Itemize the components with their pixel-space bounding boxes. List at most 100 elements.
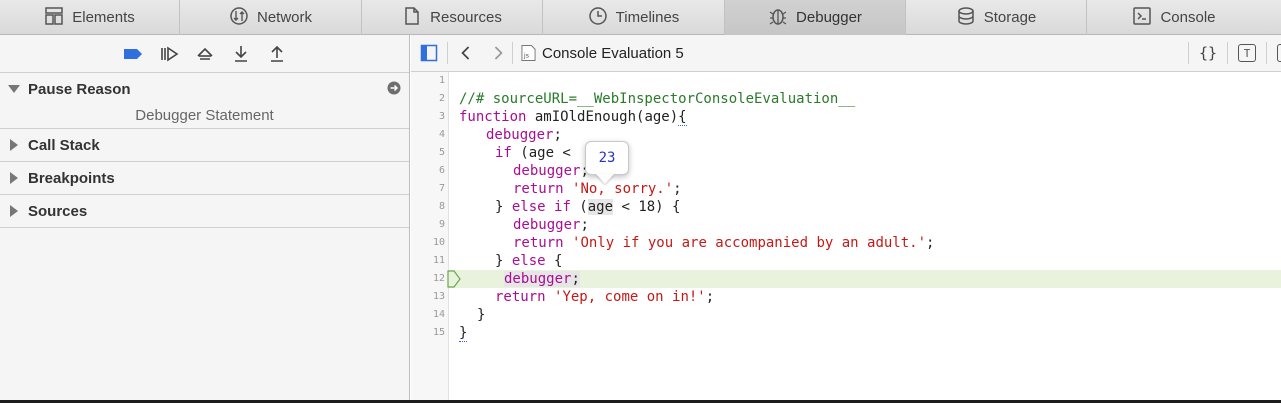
tab-bar: Elements Network Resources Timelines Deb… xyxy=(0,0,1281,35)
disclosure-expanded-icon[interactable] xyxy=(8,85,20,93)
keyword: else xyxy=(511,253,546,269)
code-line-7: return 'No, sorry.'; xyxy=(449,180,1281,198)
paren: ( xyxy=(570,199,588,215)
chevron-right-icon xyxy=(494,46,503,60)
resume-arrow-icon[interactable] xyxy=(387,81,401,95)
line-number: 1 xyxy=(438,75,445,86)
curly-braces-icon: {} xyxy=(1198,44,1217,62)
code-line-4: debugger; xyxy=(449,126,1281,144)
line-number: 11 xyxy=(432,255,445,266)
popover-tail xyxy=(596,174,614,184)
sidebar-toggle-button[interactable] xyxy=(411,40,447,66)
string-literal: 'No, sorry.' xyxy=(572,181,674,197)
code-line-8: } else if (age < 18) { xyxy=(449,198,1281,216)
line-number: 6 xyxy=(438,165,445,176)
debugger-icon xyxy=(768,6,788,30)
code-line-3: function amIOldEnough(age){ xyxy=(449,108,1281,126)
sources-label: Sources xyxy=(28,202,88,220)
back-button[interactable] xyxy=(448,40,484,66)
line-number: 15 xyxy=(432,327,445,338)
brace: } xyxy=(459,325,468,342)
code-line-6: debugger; xyxy=(449,162,1281,180)
elements-icon xyxy=(44,6,64,30)
punctuation: ; xyxy=(673,181,682,197)
keyword: debugger xyxy=(504,271,572,287)
tab-label: Debugger xyxy=(796,9,862,26)
code-line-13: return 'Yep, come on in!'; xyxy=(449,288,1281,306)
continue-icon[interactable] xyxy=(159,44,179,64)
tab-timelines[interactable]: Timelines xyxy=(543,0,725,35)
punctuation: ; xyxy=(926,235,935,251)
step-into-icon[interactable] xyxy=(231,44,251,64)
step-over-icon[interactable] xyxy=(195,44,215,64)
disclosure-collapsed-icon[interactable] xyxy=(10,205,18,217)
brace: } xyxy=(477,307,486,323)
console-icon xyxy=(1132,6,1152,30)
line-number: 8 xyxy=(438,201,445,212)
punctuation: ; xyxy=(580,217,589,233)
call-stack-header[interactable]: Call Stack xyxy=(0,129,409,162)
tab-label: Network xyxy=(256,9,312,26)
keyword: return xyxy=(513,235,564,251)
forward-button[interactable] xyxy=(484,40,512,66)
type-profiler-button[interactable]: T xyxy=(1238,44,1256,62)
line-number: 4 xyxy=(438,129,445,140)
step-out-icon[interactable] xyxy=(267,44,287,64)
tab-console[interactable]: Console xyxy=(1087,0,1261,35)
line-number: 9 xyxy=(438,219,445,230)
code-editor[interactable]: //# sourceURL=__WebInspectorConsoleEvalu… xyxy=(449,72,1281,400)
tab-resources[interactable]: Resources xyxy=(362,0,543,35)
tab-storage[interactable]: Storage xyxy=(906,0,1087,35)
tab-elements[interactable]: Elements xyxy=(0,0,180,35)
pause-reason-header[interactable]: Pause Reason xyxy=(0,73,409,105)
line-number: 7 xyxy=(438,183,445,194)
value-popover: 23 xyxy=(585,141,629,175)
keyword: return xyxy=(495,289,546,305)
breakpoints-label: Breakpoints xyxy=(28,169,115,187)
code-line-12-current: debugger; xyxy=(449,270,1281,288)
disclosure-collapsed-icon[interactable] xyxy=(10,172,18,184)
hovered-variable[interactable]: age xyxy=(587,199,614,215)
line-number: 13 xyxy=(432,291,445,302)
keyword: debugger xyxy=(486,127,554,143)
pretty-print-button[interactable]: {} xyxy=(1199,40,1217,66)
debugger-toolbar xyxy=(0,35,409,73)
line-number: 14 xyxy=(432,309,445,320)
line-number-gutter[interactable]: 1 2 3 4 5 6 7 8 9 10 11 12 13 14 15 xyxy=(411,72,449,400)
punctuation: ; xyxy=(571,271,580,287)
pause-reason-detail: Debugger Statement xyxy=(0,105,409,129)
disclosure-collapsed-icon[interactable] xyxy=(10,139,18,151)
line-number: 12 xyxy=(432,273,445,284)
svg-text:js: js xyxy=(523,52,530,60)
line-number: 2 xyxy=(438,93,445,104)
tab-debugger[interactable]: Debugger xyxy=(725,0,906,35)
line-number: 10 xyxy=(432,237,445,248)
file-title[interactable]: Console Evaluation 5 xyxy=(542,45,684,62)
tab-label: Elements xyxy=(72,9,135,26)
code-coverage-button[interactable] xyxy=(1277,44,1281,62)
line-number: 5 xyxy=(438,147,445,158)
tab-network[interactable]: Network xyxy=(180,0,362,35)
expression: < 18) { xyxy=(613,199,681,215)
breakpoints-header[interactable]: Breakpoints xyxy=(0,162,409,195)
tab-label: Storage xyxy=(983,9,1037,26)
breakpoints-toggle-icon[interactable] xyxy=(123,44,143,64)
storage-icon xyxy=(956,6,976,30)
keyword: if xyxy=(495,145,512,161)
chevron-left-icon xyxy=(461,46,470,60)
code-line-15: } xyxy=(449,324,1281,342)
timelines-icon xyxy=(588,6,608,30)
debugger-sidebar: Pause Reason Debugger Statement Call Sta… xyxy=(0,35,410,400)
punctuation: ; xyxy=(553,127,562,143)
sidebar-toggle-icon xyxy=(420,44,438,62)
editor-right-tools: {} T xyxy=(1187,40,1281,66)
code-line-11: } else { xyxy=(449,252,1281,270)
brace: } xyxy=(495,253,512,269)
sources-header[interactable]: Sources xyxy=(0,195,409,228)
call-stack-label: Call Stack xyxy=(28,136,100,154)
execution-pointer-icon xyxy=(447,270,461,288)
expression: (age < xyxy=(511,145,580,161)
divider xyxy=(1187,42,1189,64)
comment: //# sourceURL=__WebInspectorConsoleEvalu… xyxy=(459,91,856,107)
